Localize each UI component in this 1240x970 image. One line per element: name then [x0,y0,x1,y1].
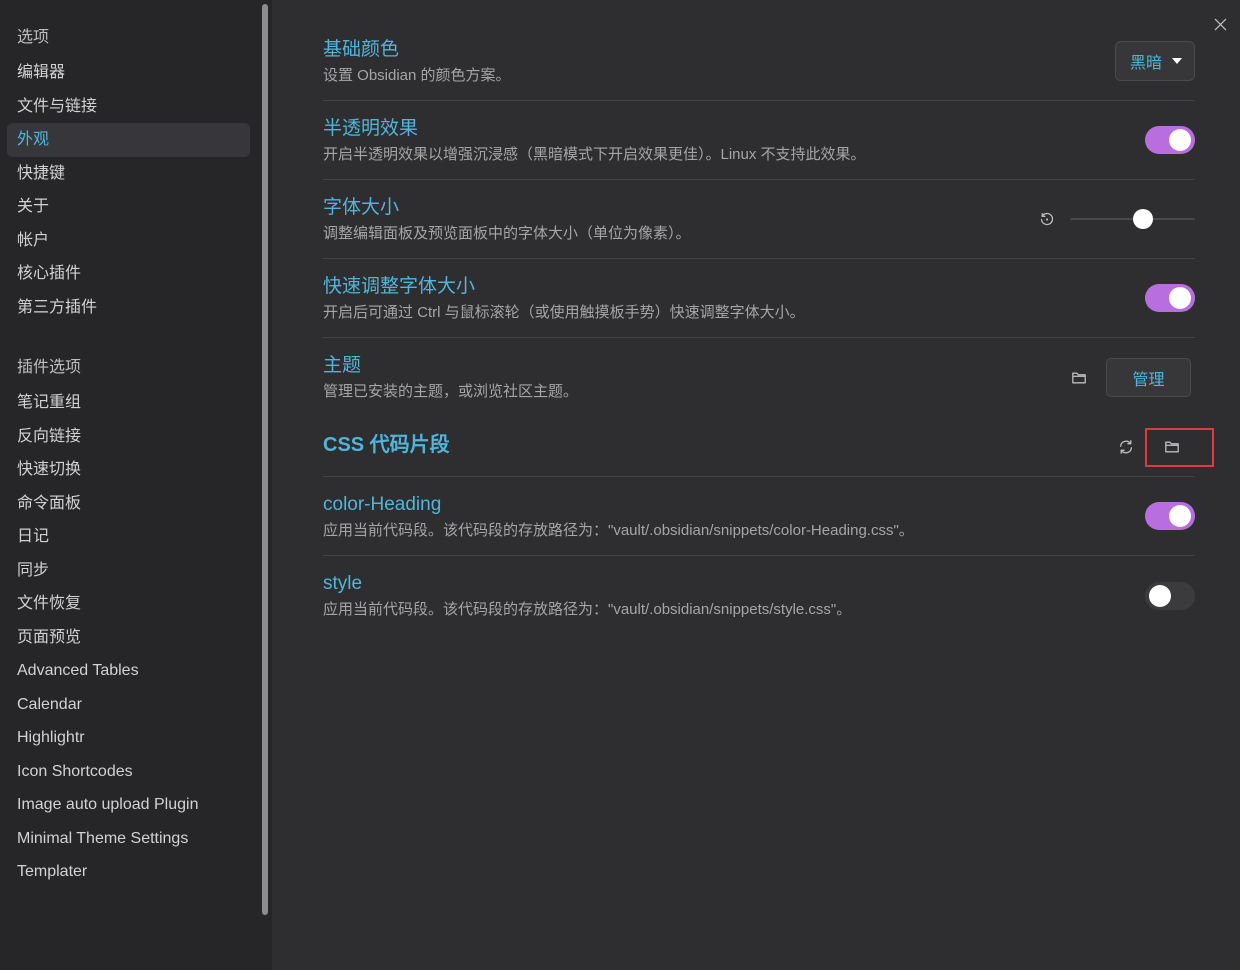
setting-info: 字体大小 调整编辑面板及预览面板中的字体大小（单位为像素）。 [323,180,1033,245]
highlight-annotation-box [1145,428,1214,467]
snippet-color-heading-toggle[interactable] [1145,502,1195,530]
setting-description: 调整编辑面板及预览面板中的字体大小（单位为像素）。 [323,225,691,242]
sidebar-item-core-plugins[interactable]: 核心插件 [7,257,250,291]
setting-info: CSS 代码片段 [323,417,1112,458]
sidebar-item-quick-switcher[interactable]: 快速切换 [7,453,250,487]
sidebar-item-community-plugins[interactable]: 第三方插件 [7,291,250,325]
sidebar-section-plugin-options: 插件选项 笔记重组 反向链接 快速切换 命令面板 日记 同步 文件恢复 页面预览… [7,349,250,889]
quick-font-size-toggle[interactable] [1145,284,1195,312]
setting-quick-font-size: 快速调整字体大小 开启后可通过 Ctrl 与鼠标滚轮（或使用触摸板手势）快速调整… [323,259,1195,338]
sidebar-item-image-auto-upload[interactable]: Image auto upload Plugin [7,788,250,822]
setting-base-color: 基础颜色 设置 Obsidian 的颜色方案。 黑暗 [323,22,1195,101]
sidebar-nav: 选项 编辑器 文件与链接 外观 快捷键 关于 帐户 核心插件 第三方插件 插件选… [7,19,250,889]
settings-list: 基础颜色 设置 Obsidian 的颜色方案。 黑暗 半透明效果 开启半透明效果… [323,22,1195,635]
setting-info: 基础颜色 设置 Obsidian 的颜色方案。 [323,22,1115,87]
setting-snippet-style: style 应用当前代码段。该代码段的存放路径为："vault/.obsidia… [323,556,1195,635]
slider-handle[interactable] [1132,209,1153,229]
setting-control: 管理 [1065,358,1195,397]
setting-info: style 应用当前代码段。该代码段的存放路径为："vault/.obsidia… [323,556,1145,621]
settings-content: 基础颜色 设置 Obsidian 的颜色方案。 黑暗 半透明效果 开启半透明效果… [272,0,1240,970]
setting-control [1145,502,1195,530]
setting-control [1033,205,1195,233]
setting-themes: 主题 管理已安装的主题，或浏览社区主题。 管理 [323,338,1195,417]
sidebar-item-files-links[interactable]: 文件与链接 [7,90,250,124]
toggle-knob [1169,287,1191,309]
setting-description: 开启半透明效果以增强沉浸感（黑暗模式下开启效果更佳）。Linux 不支持此效果。 [323,146,866,163]
setting-title: 半透明效果 [323,118,419,139]
sidebar-header-plugin-options: 插件选项 [17,359,82,376]
translucency-toggle[interactable] [1145,126,1195,154]
setting-snippet-color-heading: color-Heading 应用当前代码段。该代码段的存放路径为："vault/… [323,477,1195,556]
sidebar-item-daily-notes[interactable]: 日记 [7,520,250,554]
setting-font-size: 字体大小 调整编辑面板及预览面板中的字体大小（单位为像素）。 [323,180,1195,259]
sidebar-item-page-preview[interactable]: 页面预览 [7,621,250,655]
setting-title: 基础颜色 [323,39,400,60]
setting-title: 快速调整字体大小 [323,276,476,297]
setting-translucency: 半透明效果 开启半透明效果以增强沉浸感（黑暗模式下开启效果更佳）。Linux 不… [323,101,1195,180]
setting-control [1145,581,1195,610]
setting-title: 主题 [323,355,362,376]
setting-description: 管理已安装的主题，或浏览社区主题。 [323,383,579,400]
base-color-dropdown[interactable]: 黑暗 [1115,41,1195,81]
close-icon [1213,17,1228,32]
sidebar-item-icon-shortcodes[interactable]: Icon Shortcodes [7,755,250,789]
toggle-knob [1169,129,1191,151]
close-button[interactable] [1210,14,1230,34]
font-size-slider[interactable] [1070,209,1195,229]
setting-info: 半透明效果 开启半透明效果以增强沉浸感（黑暗模式下开启效果更佳）。Linux 不… [323,101,1145,166]
setting-title: color-Heading [323,494,442,515]
sidebar-item-command-palette[interactable]: 命令面板 [7,487,250,521]
sidebar-item-hotkeys[interactable]: 快捷键 [7,157,250,191]
dropdown-value: 黑暗 [1130,55,1163,72]
manage-themes-button[interactable]: 管理 [1106,358,1191,397]
toggle-knob [1169,505,1191,527]
sidebar-item-editor[interactable]: 编辑器 [7,56,250,90]
sidebar-item-minimal-theme-settings[interactable]: Minimal Theme Settings [7,822,250,856]
sidebar-item-account[interactable]: 帐户 [7,224,250,258]
sidebar-item-about[interactable]: 关于 [7,190,250,224]
sidebar-item-sync[interactable]: 同步 [7,554,250,588]
sidebar-item-file-recovery[interactable]: 文件恢复 [7,587,250,621]
sidebar-item-backlinks[interactable]: 反向链接 [7,420,250,454]
setting-description: 应用当前代码段。该代码段的存放路径为："vault/.obsidian/snip… [323,601,852,618]
sidebar-section-options: 选项 编辑器 文件与链接 外观 快捷键 关于 帐户 核心插件 第三方插件 [7,19,250,324]
caret-down-icon [1172,58,1182,64]
setting-info: 快速调整字体大小 开启后可通过 Ctrl 与鼠标滚轮（或使用触摸板手势）快速调整… [323,259,1145,324]
section-heading: CSS 代码片段 [323,434,450,456]
reset-icon[interactable] [1033,205,1061,233]
sidebar-item-templater[interactable]: Templater [7,855,250,889]
reload-icon[interactable] [1112,433,1140,461]
setting-title: style [323,573,363,594]
sidebar-item-note-composer[interactable]: 笔记重组 [7,386,250,420]
sidebar-item-calendar[interactable]: Calendar [7,688,250,722]
themes-folder-icon[interactable] [1065,364,1093,392]
setting-control [1145,284,1195,312]
setting-description: 开启后可通过 Ctrl 与鼠标滚轮（或使用触摸板手势）快速调整字体大小。 [323,304,805,321]
settings-sidebar: 选项 编辑器 文件与链接 外观 快捷键 关于 帐户 核心插件 第三方插件 插件选… [0,0,272,970]
setting-description: 设置 Obsidian 的颜色方案。 [323,67,511,84]
toggle-knob [1149,584,1171,607]
setting-heading-css-snippets: CSS 代码片段 [323,417,1195,477]
sidebar-item-highlightr[interactable]: Highlightr [7,721,250,755]
sidebar-header-options: 选项 [17,29,50,46]
setting-info: 主题 管理已安装的主题，或浏览社区主题。 [323,338,1065,403]
setting-control: 黑暗 [1115,41,1195,81]
setting-description: 应用当前代码段。该代码段的存放路径为："vault/.obsidian/snip… [323,522,914,539]
setting-info: color-Heading 应用当前代码段。该代码段的存放路径为："vault/… [323,477,1145,542]
sidebar-item-appearance[interactable]: 外观 [7,123,250,157]
snippet-style-toggle[interactable] [1145,581,1195,610]
sidebar-scrollbar[interactable] [262,4,268,915]
setting-control [1145,126,1195,154]
setting-title: 字体大小 [323,197,400,218]
sidebar-item-advanced-tables[interactable]: Advanced Tables [7,654,250,688]
